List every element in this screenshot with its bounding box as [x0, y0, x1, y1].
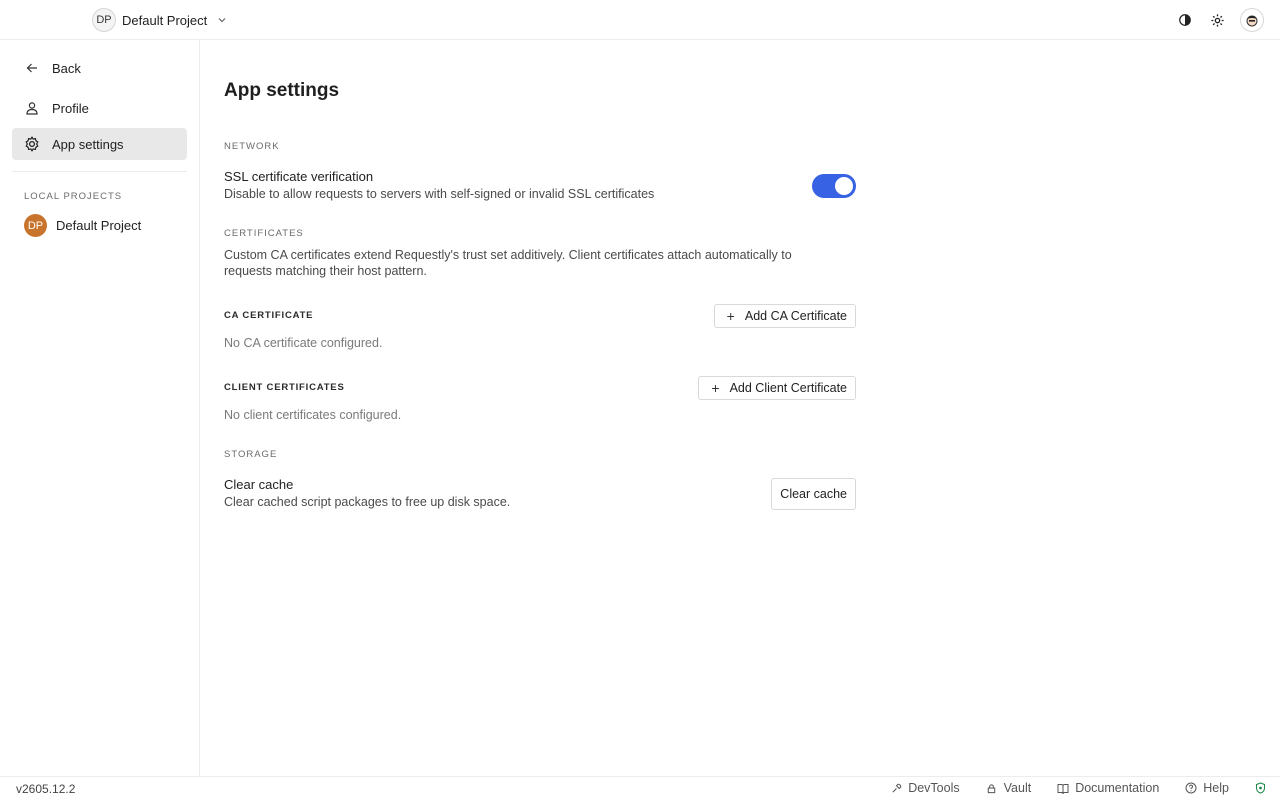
- back-button[interactable]: Back: [12, 52, 187, 84]
- sidebar-item-label: Profile: [52, 100, 89, 116]
- clear-cache-description: Clear cached script packages to free up …: [224, 495, 511, 509]
- add-ca-certificate-label: Add CA Certificate: [744, 309, 847, 323]
- page-title: App settings: [224, 80, 340, 101]
- local-project-name: Default Project: [56, 218, 142, 233]
- certificates-description-line1: Custom CA certificates extend Requestly'…: [224, 248, 792, 262]
- toggle-knob: [835, 177, 853, 195]
- lock-icon: [986, 782, 998, 794]
- help-circle-icon: [1185, 782, 1197, 794]
- ca-certificate-empty-text: No CA certificate configured.: [224, 336, 383, 350]
- gear-icon: [24, 136, 40, 152]
- settings-gear-icon[interactable]: [1208, 11, 1226, 29]
- project-name: Default Project: [122, 12, 208, 28]
- ca-certificate-label: CA CERTIFICATE: [224, 310, 314, 321]
- app-version: v2605.12.2: [16, 782, 76, 796]
- clear-cache-title: Clear cache: [224, 477, 294, 492]
- project-avatar: DP: [92, 8, 116, 32]
- client-certificates-label: CLIENT CERTIFICATES: [224, 382, 345, 393]
- certificates-section-label: CERTIFICATES: [224, 228, 304, 239]
- devtools-link[interactable]: DevTools: [890, 781, 960, 795]
- theme-toggle-icon[interactable]: [1176, 11, 1194, 29]
- vault-label: Vault: [1003, 781, 1032, 795]
- shield-status-icon[interactable]: [1255, 782, 1266, 794]
- user-avatar[interactable]: [1240, 8, 1264, 32]
- ssl-verification-toggle[interactable]: [812, 174, 856, 198]
- certificates-description-line2: requests matching their host pattern.: [224, 264, 427, 278]
- arrow-left-icon: [24, 60, 40, 76]
- plus-icon: +: [711, 380, 720, 396]
- sidebar: Back Profile App settings LOCAL PROJECTS…: [0, 40, 200, 776]
- book-icon: [1057, 782, 1069, 794]
- help-label: Help: [1203, 781, 1229, 795]
- project-switcher[interactable]: DP Default Project: [92, 8, 227, 32]
- ssl-verification-title: SSL certificate verification: [224, 169, 374, 184]
- local-projects-heading: LOCAL PROJECTS: [24, 191, 123, 202]
- sidebar-divider: [12, 171, 187, 172]
- sidebar-item-app-settings[interactable]: App settings: [12, 128, 187, 160]
- storage-section-label: STORAGE: [224, 449, 278, 460]
- top-bar: DP Default Project: [0, 0, 1280, 40]
- add-client-certificate-label: Add Client Certificate: [729, 381, 847, 395]
- add-ca-certificate-button[interactable]: + Add CA Certificate: [713, 304, 856, 328]
- documentation-link[interactable]: Documentation: [1057, 781, 1159, 795]
- back-label: Back: [52, 60, 81, 76]
- status-bar: v2605.12.2 DevTools Vault Documentation …: [0, 776, 1280, 800]
- help-link[interactable]: Help: [1185, 781, 1229, 795]
- client-certificates-empty-text: No client certificates configured.: [224, 408, 402, 422]
- clear-cache-button[interactable]: Clear cache: [771, 478, 856, 510]
- vault-link[interactable]: Vault: [986, 781, 1032, 795]
- chevron-down-icon: [218, 18, 226, 23]
- documentation-label: Documentation: [1075, 781, 1160, 795]
- add-client-certificate-button[interactable]: + Add Client Certificate: [698, 376, 856, 400]
- wrench-icon: [890, 782, 902, 794]
- sidebar-item-profile[interactable]: Profile: [12, 92, 187, 124]
- sidebar-item-label: App settings: [52, 136, 124, 152]
- plus-icon: +: [726, 308, 735, 324]
- devtools-label: DevTools: [908, 781, 960, 795]
- project-avatar: DP: [24, 214, 47, 237]
- user-icon: [24, 100, 40, 116]
- ssl-verification-description: Disable to allow requests to servers wit…: [224, 187, 655, 201]
- network-section-label: NETWORK: [224, 141, 280, 152]
- local-project-item[interactable]: DP Default Project: [24, 214, 141, 237]
